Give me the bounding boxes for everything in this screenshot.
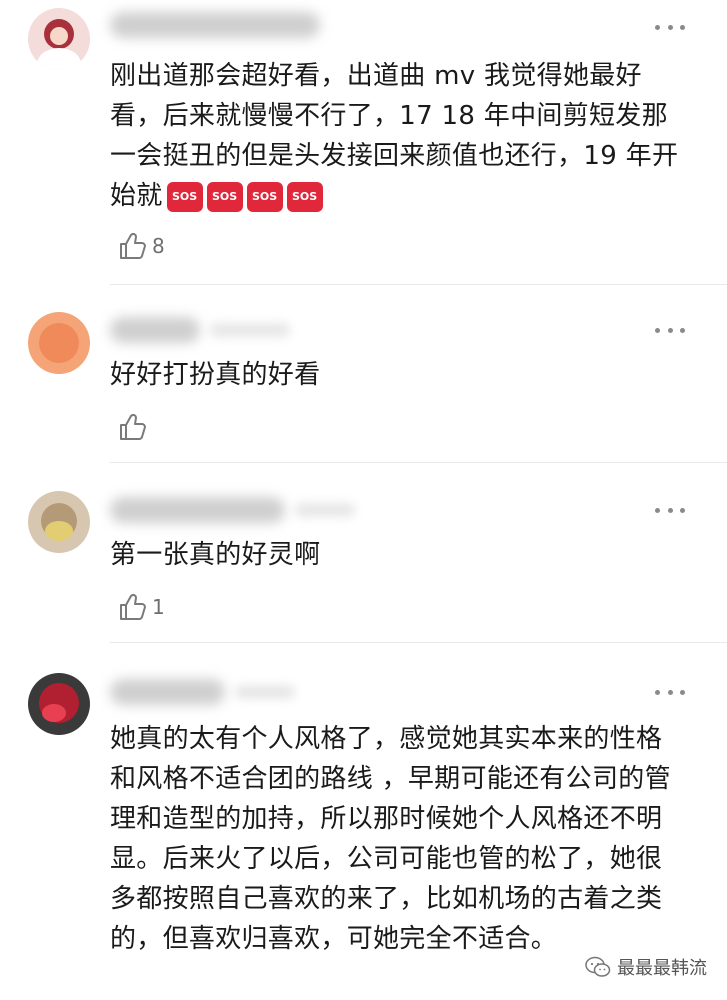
like-button[interactable] [118, 411, 152, 443]
thumbs-up-icon [120, 413, 146, 440]
sos-emoji: SOS [246, 181, 283, 212]
sos-emoji: SOS [206, 181, 243, 212]
thumbs-up-icon [120, 593, 146, 620]
comment-3: 第一张真的好灵啊 1 [0, 463, 727, 643]
username-blurred[interactable] [110, 679, 225, 705]
more-options-icon[interactable] [655, 505, 685, 515]
more-options-icon[interactable] [655, 687, 685, 697]
comment-text: 她真的太有个人风格了，感觉她其实本来的性格和风格不适合团的路线 ，早期可能还有公… [110, 724, 671, 954]
watermark-text: 最最最韩流 [617, 958, 707, 979]
comment-1: 刚出道那会超好看，出道曲 mv 我觉得她最好看，后来就慢慢不行了，17 18 年… [0, 0, 727, 285]
timestamp-blurred [295, 503, 355, 517]
comment-2: 好好打扮真的好看 [0, 285, 727, 463]
username-blurred[interactable] [110, 497, 285, 523]
sos-emoji: SOS [286, 181, 323, 212]
comment-4: 她真的太有个人风格了，感觉她其实本来的性格和风格不适合团的路线 ，早期可能还有公… [0, 643, 727, 1000]
watermark: 最最最韩流 [585, 954, 707, 980]
thumbs-up-icon [120, 232, 146, 259]
avatar[interactable] [28, 673, 90, 735]
comment-text: 好好打扮真的好看 [110, 360, 321, 390]
username-blurred[interactable] [110, 12, 320, 38]
comment-text: 刚出道那会超好看，出道曲 mv 我觉得她最好看，后来就慢慢不行了，17 18 年… [110, 61, 679, 212]
username-blurred[interactable] [110, 317, 200, 343]
sos-emoji: SOS [166, 181, 203, 212]
like-count: 8 [152, 234, 165, 258]
like-button[interactable]: 1 [118, 591, 165, 623]
comment-text: 第一张真的好灵啊 [110, 540, 321, 570]
more-options-icon[interactable] [655, 22, 685, 32]
wechat-icon [585, 956, 611, 977]
avatar[interactable] [28, 312, 90, 374]
like-button[interactable]: 8 [118, 230, 165, 262]
avatar[interactable] [28, 491, 90, 553]
avatar[interactable] [28, 8, 90, 70]
like-count: 1 [152, 595, 165, 619]
timestamp-blurred [235, 685, 295, 699]
more-options-icon[interactable] [655, 325, 685, 335]
timestamp-blurred [210, 323, 290, 337]
